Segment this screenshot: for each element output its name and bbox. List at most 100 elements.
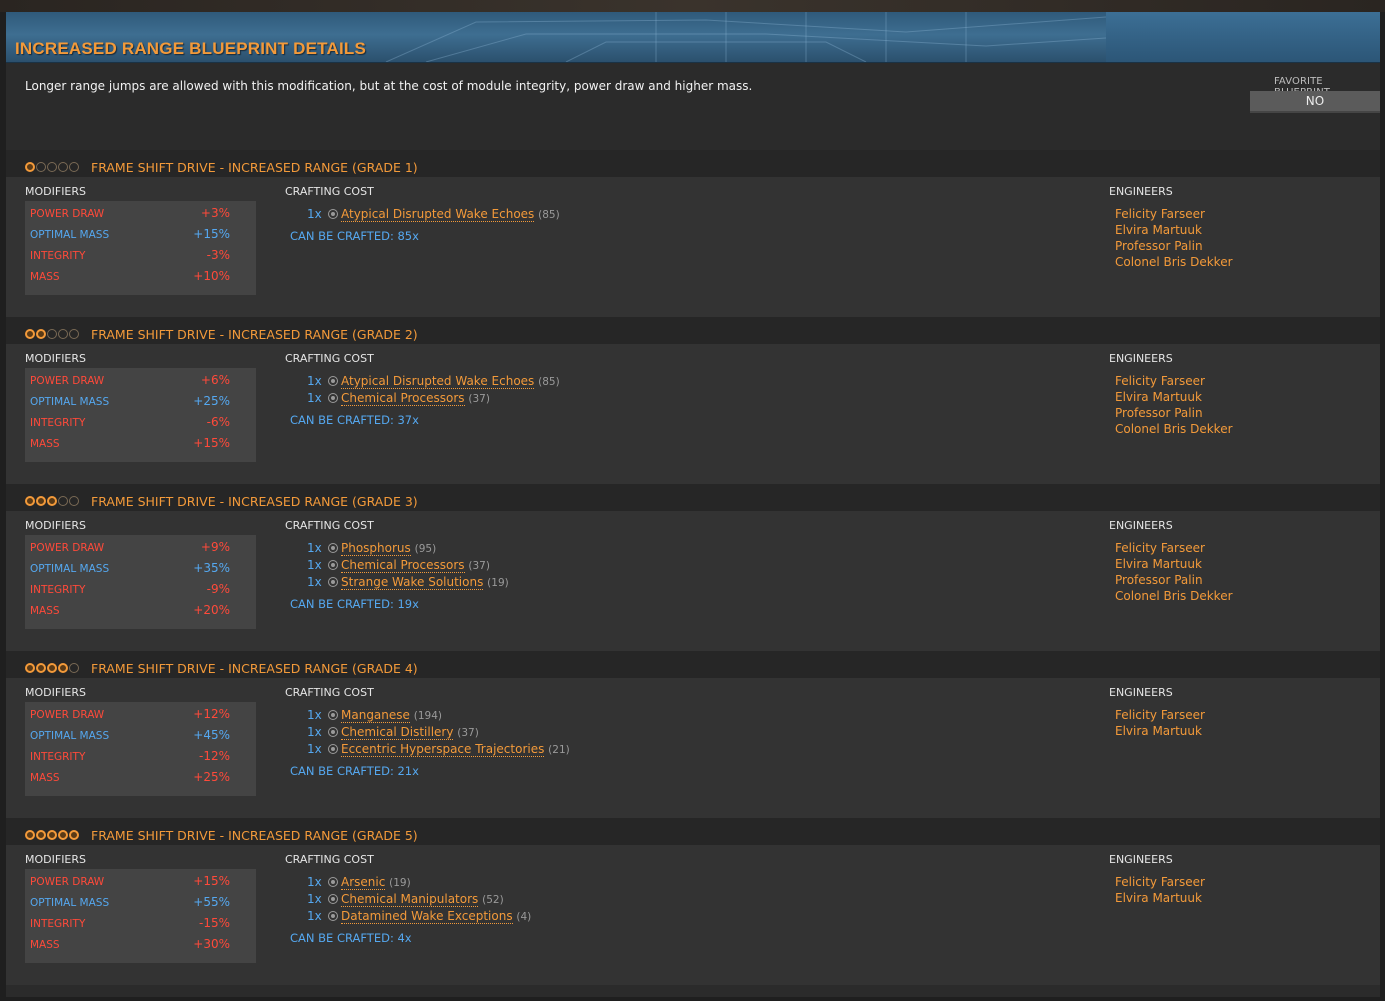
material-quantity: 1x [307, 725, 322, 739]
modifier-name: INTEGRITY [30, 250, 86, 262]
crafting-cost-row: 1x Phosphorus (95) [307, 541, 436, 556]
material-quantity: 1x [307, 742, 322, 756]
material-inventory-count: (85) [538, 376, 560, 388]
modifiers-box: POWER DRAW +9% OPTIMAL MASS +35% INTEGRITY -9… [25, 535, 256, 629]
grade-title: FRAME SHIFT DRIVE - INCREASED RANGE (GRA… [91, 160, 418, 175]
engineer-link[interactable]: Felicity Farseer [1115, 374, 1205, 388]
material-quantity: 1x [307, 875, 322, 889]
modifier-value: +12% [193, 707, 230, 721]
engineer-link[interactable]: Colonel Bris Dekker [1115, 255, 1233, 269]
engineer-link[interactable]: Felicity Farseer [1115, 708, 1205, 722]
modifier-row: MASS +25% [30, 770, 230, 786]
material-grade-icon [328, 911, 338, 921]
material-grade-icon [328, 710, 338, 720]
crafting-cost-row: 1x Chemical Processors (37) [307, 558, 490, 573]
material-link[interactable]: Chemical Distillery [341, 725, 454, 740]
engineer-link[interactable]: Felicity Farseer [1115, 875, 1205, 889]
grade-star-icon [58, 830, 68, 840]
engineer-link[interactable]: Professor Palin [1115, 573, 1203, 587]
modifier-value: +35% [193, 561, 230, 575]
engineer-link[interactable]: Elvira Martuuk [1115, 724, 1202, 738]
modifiers-label: MODIFIERS [25, 853, 87, 866]
modifier-row: OPTIMAL MASS +35% [30, 561, 230, 577]
modifier-name: OPTIMAL MASS [30, 897, 110, 909]
modifier-value: +10% [193, 269, 230, 283]
modifiers-box: POWER DRAW +6% OPTIMAL MASS +25% INTEGRITY -6… [25, 368, 256, 462]
modifiers-box: POWER DRAW +12% OPTIMAL MASS +45% INTEGRITY -… [25, 702, 256, 796]
engineer-link[interactable]: Elvira Martuuk [1115, 557, 1202, 571]
modifier-name: INTEGRITY [30, 918, 86, 930]
grade-star-icon [47, 830, 57, 840]
material-grade-icon [328, 577, 338, 587]
crafting-cost-row: 1x Eccentric Hyperspace Trajectories (21) [307, 742, 570, 757]
material-link[interactable]: Chemical Manipulators [341, 892, 479, 907]
engineer-link[interactable]: Professor Palin [1115, 406, 1203, 420]
grade-section: FRAME SHIFT DRIVE - INCREASED RANGE (GRA… [6, 651, 1380, 818]
grade-section: FRAME SHIFT DRIVE - INCREASED RANGE (GRA… [6, 317, 1380, 484]
modifier-value: -9% [206, 582, 230, 596]
crafting-cost-row: 1x Chemical Distillery (37) [307, 725, 479, 740]
grade-star-icon [47, 496, 57, 506]
crafting-cost-label: CRAFTING COST [285, 686, 374, 699]
crafting-cost-label: CRAFTING COST [285, 352, 374, 365]
material-link[interactable]: Chemical Processors [341, 391, 465, 406]
engineer-link[interactable]: Elvira Martuuk [1115, 390, 1202, 404]
modifier-name: MASS [30, 271, 60, 283]
modifier-row: MASS +15% [30, 436, 230, 452]
material-link[interactable]: Manganese [341, 708, 410, 723]
modifiers-label: MODIFIERS [25, 519, 87, 532]
can-be-crafted: CAN BE CRAFTED: 85x [290, 229, 419, 243]
material-link[interactable]: Arsenic [341, 875, 386, 890]
material-link[interactable]: Chemical Processors [341, 558, 465, 573]
engineer-link[interactable]: Colonel Bris Dekker [1115, 422, 1233, 436]
material-link[interactable]: Eccentric Hyperspace Trajectories [341, 742, 545, 757]
modifier-name: MASS [30, 438, 60, 450]
engineer-link[interactable]: Felicity Farseer [1115, 207, 1205, 221]
modifier-name: POWER DRAW [30, 542, 105, 554]
material-link[interactable]: Phosphorus [341, 541, 411, 556]
header-right-panel [1106, 12, 1380, 62]
material-quantity: 1x [307, 892, 322, 906]
modifiers-label: MODIFIERS [25, 352, 87, 365]
modifier-value: +15% [193, 436, 230, 450]
modifier-name: MASS [30, 939, 60, 951]
material-link[interactable]: Datamined Wake Exceptions [341, 909, 513, 924]
grade-star-icon [58, 663, 68, 673]
engineer-link[interactable]: Felicity Farseer [1115, 541, 1205, 555]
material-inventory-count: (21) [548, 744, 570, 756]
material-link[interactable]: Atypical Disrupted Wake Echoes [341, 207, 535, 222]
can-be-crafted: CAN BE CRAFTED: 4x [290, 931, 412, 945]
modifier-row: OPTIMAL MASS +55% [30, 895, 230, 911]
grade-title: FRAME SHIFT DRIVE - INCREASED RANGE (GRA… [91, 494, 418, 509]
modifier-row: POWER DRAW +9% [30, 540, 230, 556]
grade-star-icon [58, 162, 68, 172]
engineer-link[interactable]: Elvira Martuuk [1115, 223, 1202, 237]
modifier-name: POWER DRAW [30, 876, 105, 888]
engineer-link[interactable]: Elvira Martuuk [1115, 891, 1202, 905]
modifier-name: OPTIMAL MASS [30, 563, 110, 575]
grade-star-icon [25, 496, 35, 506]
material-link[interactable]: Strange Wake Solutions [341, 575, 484, 590]
modifier-name: INTEGRITY [30, 751, 86, 763]
crafting-cost-row: 1x Datamined Wake Exceptions (4) [307, 909, 531, 924]
engineer-link[interactable]: Colonel Bris Dekker [1115, 589, 1233, 603]
blueprint-header: INCREASED RANGE BLUEPRINT DETAILS [6, 12, 1380, 63]
crafting-cost-row: 1x Arsenic (19) [307, 875, 411, 890]
modifier-row: MASS +20% [30, 603, 230, 619]
material-link[interactable]: Atypical Disrupted Wake Echoes [341, 374, 535, 389]
grade-title: FRAME SHIFT DRIVE - INCREASED RANGE (GRA… [91, 327, 418, 342]
page-title: INCREASED RANGE BLUEPRINT DETAILS [15, 39, 367, 58]
modifier-row: POWER DRAW +15% [30, 874, 230, 890]
material-quantity: 1x [307, 909, 322, 923]
crafting-cost-row: 1x Atypical Disrupted Wake Echoes (85) [307, 207, 560, 222]
grade-star-icon [69, 496, 79, 506]
can-be-crafted: CAN BE CRAFTED: 19x [290, 597, 419, 611]
favorite-toggle-button[interactable]: NO [1250, 91, 1380, 113]
modifiers-label: MODIFIERS [25, 185, 87, 198]
grade-star-icon [69, 663, 79, 673]
crafting-cost-row: 1x Atypical Disrupted Wake Echoes (85) [307, 374, 560, 389]
modifiers-box: POWER DRAW +15% OPTIMAL MASS +55% INTEGRITY -… [25, 869, 256, 963]
material-grade-icon [328, 209, 338, 219]
grade-rating [25, 329, 79, 339]
engineer-link[interactable]: Professor Palin [1115, 239, 1203, 253]
